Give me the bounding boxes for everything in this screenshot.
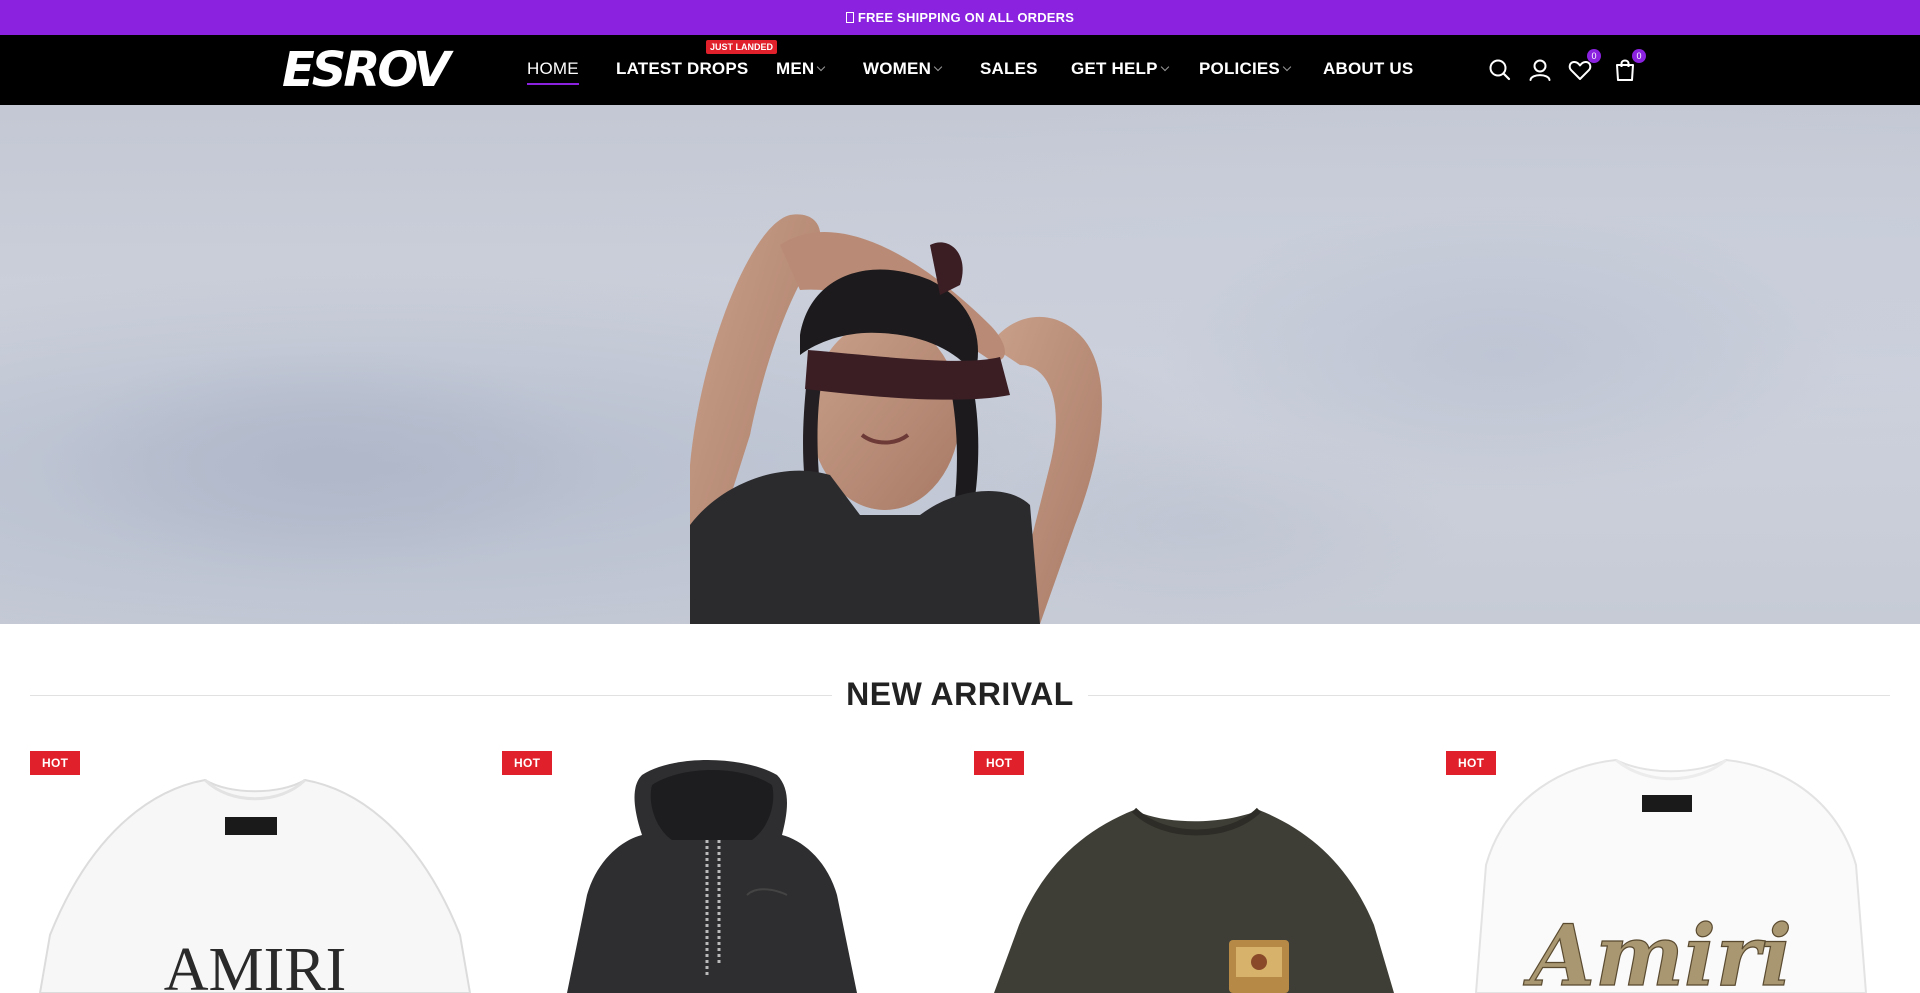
wishlist-count-badge: 0: [1587, 49, 1601, 63]
nav-item-get-help[interactable]: GET HELP: [1071, 59, 1169, 79]
nav-item-home[interactable]: HOME: [527, 59, 579, 85]
new-arrival-section-header: NEW ARRIVAL: [30, 668, 1890, 722]
product-card[interactable]: HOT AMIRI: [30, 745, 480, 993]
hot-badge: HOT: [502, 751, 553, 775]
wishlist-button[interactable]: 0: [1567, 49, 1601, 83]
hero-banner[interactable]: [0, 105, 1920, 624]
product-image: Amiri: [1474, 758, 1868, 993]
nav-item-women[interactable]: WOMEN: [863, 59, 943, 79]
print-text: Amiri: [1523, 906, 1792, 993]
product-image: AMIRI: [38, 778, 472, 993]
search-icon: [1489, 59, 1511, 81]
chevron-down-icon: [1160, 62, 1169, 72]
account-button[interactable]: [1527, 57, 1553, 83]
product-image: [567, 760, 857, 993]
hot-badge: HOT: [974, 751, 1025, 775]
section-title: NEW ARRIVAL: [30, 676, 1890, 713]
product-card[interactable]: HOT Amiri: [1446, 745, 1896, 993]
chevron-down-icon: [817, 62, 826, 72]
missing-glyph-icon: [845, 12, 854, 23]
nav-item-latest-drops[interactable]: LATEST DROPS: [616, 59, 748, 79]
chevron-down-icon: [1282, 62, 1292, 72]
product-image: [994, 807, 1394, 993]
announcement-bar: FREE SHIPPING ON ALL ORDERS: [0, 0, 1920, 35]
hot-badge: HOT: [30, 751, 81, 775]
user-icon: [1529, 59, 1551, 81]
nav-item-policies[interactable]: POLICIES: [1199, 59, 1292, 79]
announcement-text: FREE SHIPPING ON ALL ORDERS: [857, 10, 1075, 25]
print-text: AMIRI: [164, 936, 347, 993]
nav-item-men[interactable]: MEN: [776, 59, 826, 79]
nav-item-about-us[interactable]: ABOUT US: [1323, 59, 1413, 79]
search-button[interactable]: [1487, 57, 1513, 83]
hero-image: [40, 205, 1840, 624]
product-card[interactable]: HOT: [502, 745, 952, 993]
site-header: ESROV HOME LATEST DROPS JUST LANDED MEN …: [0, 35, 1920, 105]
just-landed-badge: JUST LANDED: [706, 40, 778, 54]
nav-item-sales[interactable]: SALES: [980, 59, 1038, 79]
product-card[interactable]: HOT: [974, 745, 1424, 993]
cart-button[interactable]: 0: [1612, 49, 1646, 83]
chevron-down-icon: [933, 62, 943, 72]
cart-count-badge: 0: [1632, 49, 1646, 63]
hot-badge: HOT: [1446, 751, 1497, 775]
